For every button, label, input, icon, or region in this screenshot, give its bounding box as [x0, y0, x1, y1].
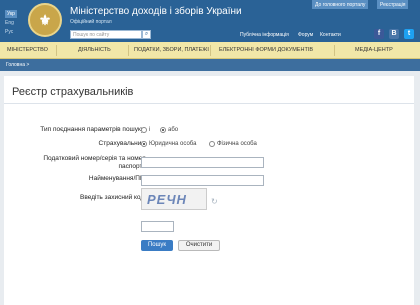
nav-item-media-center[interactable]: МЕДІА-ЦЕНТР [355, 47, 393, 53]
captcha-label: Введіть захисний код: [80, 194, 146, 201]
insurer-individual-radio[interactable] [209, 141, 215, 147]
breadcrumb-bar: Головна > [0, 59, 420, 71]
nav-item-ministry[interactable]: МІНІСТЕРСТВО [7, 47, 48, 53]
site-header: Укр Eng Рус ⚜ Міністерство доходів і збо… [0, 0, 420, 42]
search-type-label: Тип поєднання параметрів пошуку: [40, 126, 146, 133]
name-field[interactable] [141, 175, 264, 186]
register-link[interactable]: Реєстрація [377, 0, 409, 9]
nav-item-e-forms[interactable]: ЕЛЕКТРОННІ ФОРМИ ДОКУМЕНТІВ [219, 47, 313, 53]
twitter-icon[interactable]: t [404, 29, 414, 39]
tax-number-label: Податковий номер/серія та номер паспорта [43, 155, 146, 170]
refresh-captcha-icon[interactable]: ↻ [211, 197, 218, 206]
forum-link[interactable]: Форум [298, 32, 313, 38]
insurer-label: Страхувальник: [98, 140, 146, 147]
captcha-field[interactable] [141, 221, 174, 232]
insurer-legal-label: Юридична особа [149, 141, 197, 147]
name-label: Найменування/ПІБ [88, 175, 146, 182]
main-portal-link[interactable]: До головного порталу [312, 0, 369, 9]
search-button[interactable]: Пошук [141, 240, 173, 251]
page-title: Реєстр страхувальників [12, 86, 134, 98]
insurer-individual-label: Фізична особа [217, 141, 257, 147]
public-info-link[interactable]: Публічна інформація [240, 32, 289, 38]
search-input[interactable]: Пошук по сайту [70, 30, 142, 39]
ministry-emblem-icon[interactable]: ⚜ [28, 3, 62, 37]
lang-ukr[interactable]: Укр [5, 10, 17, 18]
captcha-image: РЕЧН [141, 188, 207, 210]
insurer-legal-radio[interactable] [141, 141, 147, 147]
search-type-and-radio[interactable] [141, 127, 147, 133]
register-form-card: Реєстр страхувальників [4, 76, 414, 305]
nav-divider [56, 45, 57, 56]
search-icon[interactable]: ⌕ [142, 30, 151, 39]
nav-item-activity[interactable]: ДІЯЛЬНІСТЬ [78, 47, 111, 53]
search-type-and-label: і [149, 127, 151, 133]
captcha-text: РЕЧН [147, 192, 187, 207]
facebook-icon[interactable]: f [374, 29, 384, 39]
title-divider [4, 103, 414, 104]
nav-divider [334, 45, 335, 56]
nav-item-taxes[interactable]: ПОДАТКИ, ЗБОРИ, ПЛАТЕЖІ [134, 47, 209, 53]
search-type-or-label: або [168, 127, 179, 133]
clear-button[interactable]: Очистити [178, 240, 220, 251]
site-title[interactable]: Міністерство доходів і зборів України [70, 6, 242, 17]
contacts-link[interactable]: Контакти [320, 32, 341, 38]
vkontakte-icon[interactable]: B [389, 29, 399, 39]
lang-rus[interactable]: Рус [5, 29, 13, 35]
page-content: Реєстр страхувальників [0, 71, 420, 305]
breadcrumb[interactable]: Головна > [6, 62, 29, 68]
lang-eng[interactable]: Eng [5, 20, 14, 26]
nav-divider [128, 45, 129, 56]
tax-number-field[interactable] [141, 157, 264, 168]
site-subtitle: Офіційний портал [70, 19, 112, 25]
main-nav: МІНІСТЕРСТВО ДІЯЛЬНІСТЬ ПОДАТКИ, ЗБОРИ, … [0, 42, 420, 59]
search-type-or-radio[interactable] [160, 127, 166, 133]
nav-divider [210, 45, 211, 56]
